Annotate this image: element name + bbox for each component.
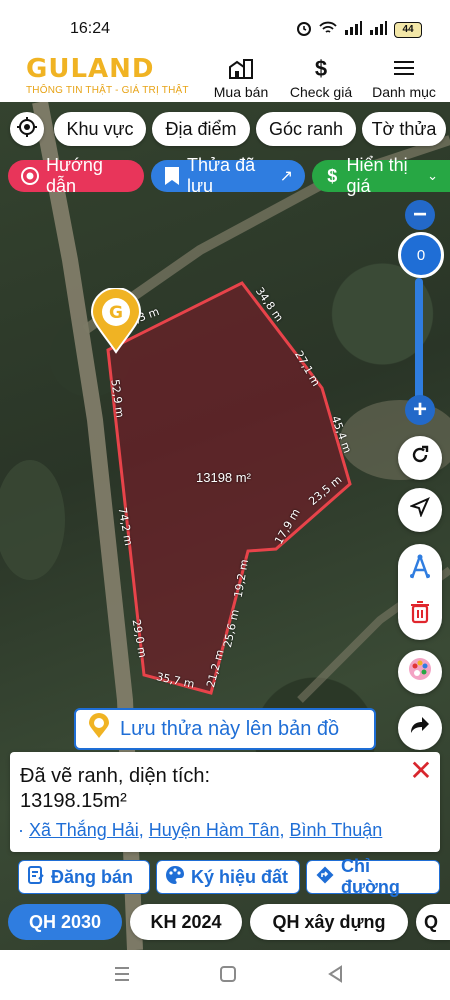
tab-qh-2030[interactable]: QH 2030: [8, 904, 122, 940]
close-icon[interactable]: ✕: [406, 754, 436, 787]
land-symbol-button[interactable]: Ký hiệu đất: [156, 860, 300, 894]
post-icon: [27, 865, 45, 890]
zoom-slider-track[interactable]: [415, 278, 423, 403]
tab-qh-xay-dung[interactable]: QH xây dựng: [250, 904, 408, 940]
location-separator: ,: [138, 820, 149, 840]
tab-q[interactable]: Q: [416, 904, 450, 940]
back-icon[interactable]: [326, 964, 346, 984]
tab-label: QH xây dựng: [272, 911, 386, 932]
guland-logo[interactable]: GULAND THÔNG TIN THẬT - GIÁ TRỊ THẬT: [26, 56, 196, 96]
save-parcel-button[interactable]: Lưu thửa này lên bản đồ: [74, 708, 376, 750]
directions-label: Chỉ đường: [341, 856, 400, 897]
guide-label: Hướng dẫn: [46, 155, 103, 196]
nav-label: Mua bán: [213, 84, 269, 100]
info-message-line1: Đã vẽ ranh, diện tích:: [20, 765, 211, 787]
directions-icon: [315, 865, 335, 890]
draw-tools: [398, 544, 442, 640]
nav-label: Check giá: [289, 84, 353, 100]
refresh-icon: [410, 445, 430, 471]
guide-button[interactable]: Hướng dẫn: [8, 155, 144, 196]
tab-kh-2024[interactable]: KH 2024: [130, 904, 242, 940]
refresh-button[interactable]: [398, 436, 442, 480]
filter-label: Tờ thửa: [371, 118, 437, 139]
filter-khu-vuc[interactable]: Khu vực: [54, 112, 146, 146]
alarm-icon: [296, 20, 312, 39]
parcel-area-label: 13198 m²: [196, 470, 251, 485]
navigation-arrow-icon: [409, 497, 430, 523]
post-for-sale-button[interactable]: Đăng bán: [18, 860, 150, 894]
logo-tagline: THÔNG TIN THẬT - GIÁ TRỊ THẬT: [26, 85, 189, 96]
tab-label: KH 2024: [150, 911, 222, 932]
recent-apps-icon[interactable]: [112, 964, 132, 984]
share-arrow-icon: [410, 716, 430, 740]
directions-button[interactable]: Chỉ đường: [306, 856, 440, 897]
saved-parcels-label: Thửa đã lưu: [187, 155, 256, 196]
save-parcel-label: Lưu thửa này lên bản đồ: [120, 717, 340, 740]
bookmark-icon: [163, 166, 181, 186]
location-dot: ·: [18, 820, 24, 840]
nav-mua-ban[interactable]: Mua bán: [210, 58, 272, 100]
info-message: Đã vẽ ranh, diện tích: 13198.15m²: [20, 764, 400, 814]
location-breadcrumb: · Xã Thắng Hải, Huyện Hàm Tân, Bình Thuậ…: [18, 820, 382, 841]
guland-pin-icon: [88, 713, 110, 745]
house-building-icon: [210, 58, 272, 80]
status-icons: 44: [296, 20, 422, 39]
filter-goc-ranh[interactable]: Góc ranh: [256, 112, 356, 146]
post-label: Đăng bán: [51, 866, 134, 887]
crosshair-icon: [16, 116, 38, 143]
zoom-level: 0: [416, 246, 426, 264]
svg-text:G: G: [109, 303, 123, 323]
trash-icon[interactable]: [410, 600, 430, 629]
status-time: 16:24: [70, 20, 111, 37]
location-separator: ,: [279, 820, 290, 840]
zoom-out-button[interactable]: −: [405, 200, 435, 230]
battery-indicator: 44: [394, 21, 422, 38]
chevron-down-icon: ⌄: [427, 168, 438, 183]
nav-check-gia[interactable]: $ Check giá: [285, 56, 357, 101]
palette-icon: [165, 865, 185, 890]
dollar-icon: $: [314, 56, 328, 81]
home-icon[interactable]: [218, 964, 238, 984]
location-pin[interactable]: G: [90, 287, 142, 354]
signal-icon: [344, 21, 362, 38]
filter-label: Góc ranh: [268, 118, 344, 139]
nav-danh-muc[interactable]: Danh mục: [368, 58, 440, 100]
logo-wordmark: GULAND: [26, 54, 155, 84]
system-navigation-bar: [0, 950, 450, 1000]
land-symbols-button[interactable]: [398, 650, 442, 694]
hamburger-menu-icon: [368, 58, 440, 80]
palette-icon: [407, 656, 433, 688]
share-button[interactable]: [398, 706, 442, 750]
filter-dia-diem[interactable]: Địa điểm: [152, 112, 250, 146]
zoom-slider-knob[interactable]: 0: [398, 232, 444, 278]
info-area-value: 13198.15m²: [20, 790, 127, 812]
navigate-button[interactable]: [398, 488, 442, 532]
tab-label: QH 2030: [28, 911, 102, 932]
signal-icon-2: [369, 21, 387, 38]
external-link-icon: ↗: [279, 168, 293, 185]
location-commune-link[interactable]: Xã Thắng Hải: [29, 820, 139, 840]
land-symbol-label: Ký hiệu đất: [191, 866, 289, 887]
filter-label: Khu vực: [66, 118, 134, 139]
filter-label: Địa điểm: [165, 118, 237, 139]
play-icon: [20, 166, 40, 186]
show-price-toggle[interactable]: $ Hiển thị giá ⌄: [312, 155, 450, 196]
tab-label: Q: [424, 911, 439, 932]
wifi-icon: [319, 21, 337, 38]
dollar-small-icon: $: [327, 165, 338, 186]
plus-icon: +: [412, 396, 427, 423]
zoom-in-button[interactable]: +: [405, 395, 435, 425]
app-header: GULAND THÔNG TIN THẬT - GIÁ TRỊ THẬT Mua…: [0, 46, 450, 102]
minus-icon: −: [412, 201, 427, 228]
compass-draw-icon[interactable]: [408, 554, 432, 585]
show-price-label: Hiển thị giá: [346, 155, 408, 196]
location-province-link[interactable]: Bình Thuận: [290, 820, 383, 840]
locate-me-button[interactable]: [10, 112, 44, 146]
status-bar: 16:24 44: [0, 0, 450, 46]
nav-label: Danh mục: [372, 84, 436, 100]
location-district-link[interactable]: Huyện Hàm Tân: [149, 820, 280, 840]
saved-parcels-button[interactable]: Thửa đã lưu ↗: [151, 155, 305, 196]
parcel-info-panel: Đã vẽ ranh, diện tích: 13198.15m² ✕ · Xã…: [10, 752, 440, 852]
filter-to-thua[interactable]: Tờ thửa: [362, 112, 446, 146]
